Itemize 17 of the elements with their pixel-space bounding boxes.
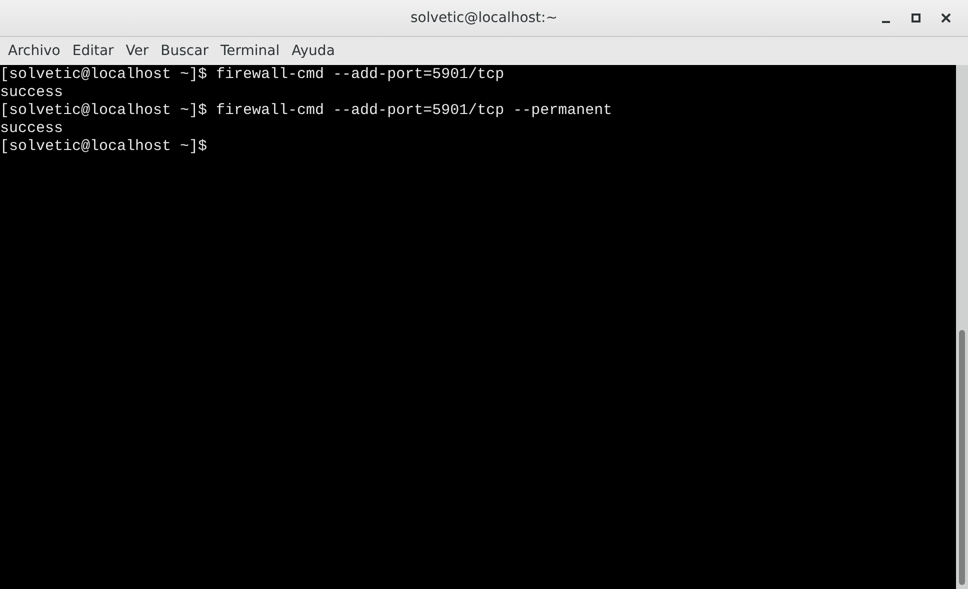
menu-item[interactable]: Ver	[120, 40, 155, 62]
terminal-line: success	[0, 120, 64, 138]
terminal-line: [solvetic@localhost ~]$	[0, 138, 208, 156]
menu-item[interactable]: Ayuda	[286, 40, 341, 62]
scrollbar[interactable]	[956, 65, 968, 589]
close-icon	[941, 13, 951, 23]
menu-item[interactable]: Buscar	[154, 40, 214, 62]
minimize-icon	[882, 20, 890, 22]
menu-item[interactable]: Archivo	[2, 40, 66, 62]
menu-item[interactable]: Editar	[66, 40, 120, 62]
maximize-icon	[911, 13, 921, 23]
scrollbar-thumb[interactable]	[959, 330, 965, 585]
terminal-line: [solvetic@localhost ~]$ firewall-cmd --add-port=5901/tcp --permanent	[0, 102, 612, 120]
terminal-line: [solvetic@localhost ~]$ firewall-cmd --add-port=5901/tcp	[0, 66, 504, 84]
window-title: solvetic@localhost:~	[410, 8, 558, 28]
terminal-line: success	[0, 84, 64, 102]
menu-item[interactable]: Terminal	[214, 40, 286, 62]
